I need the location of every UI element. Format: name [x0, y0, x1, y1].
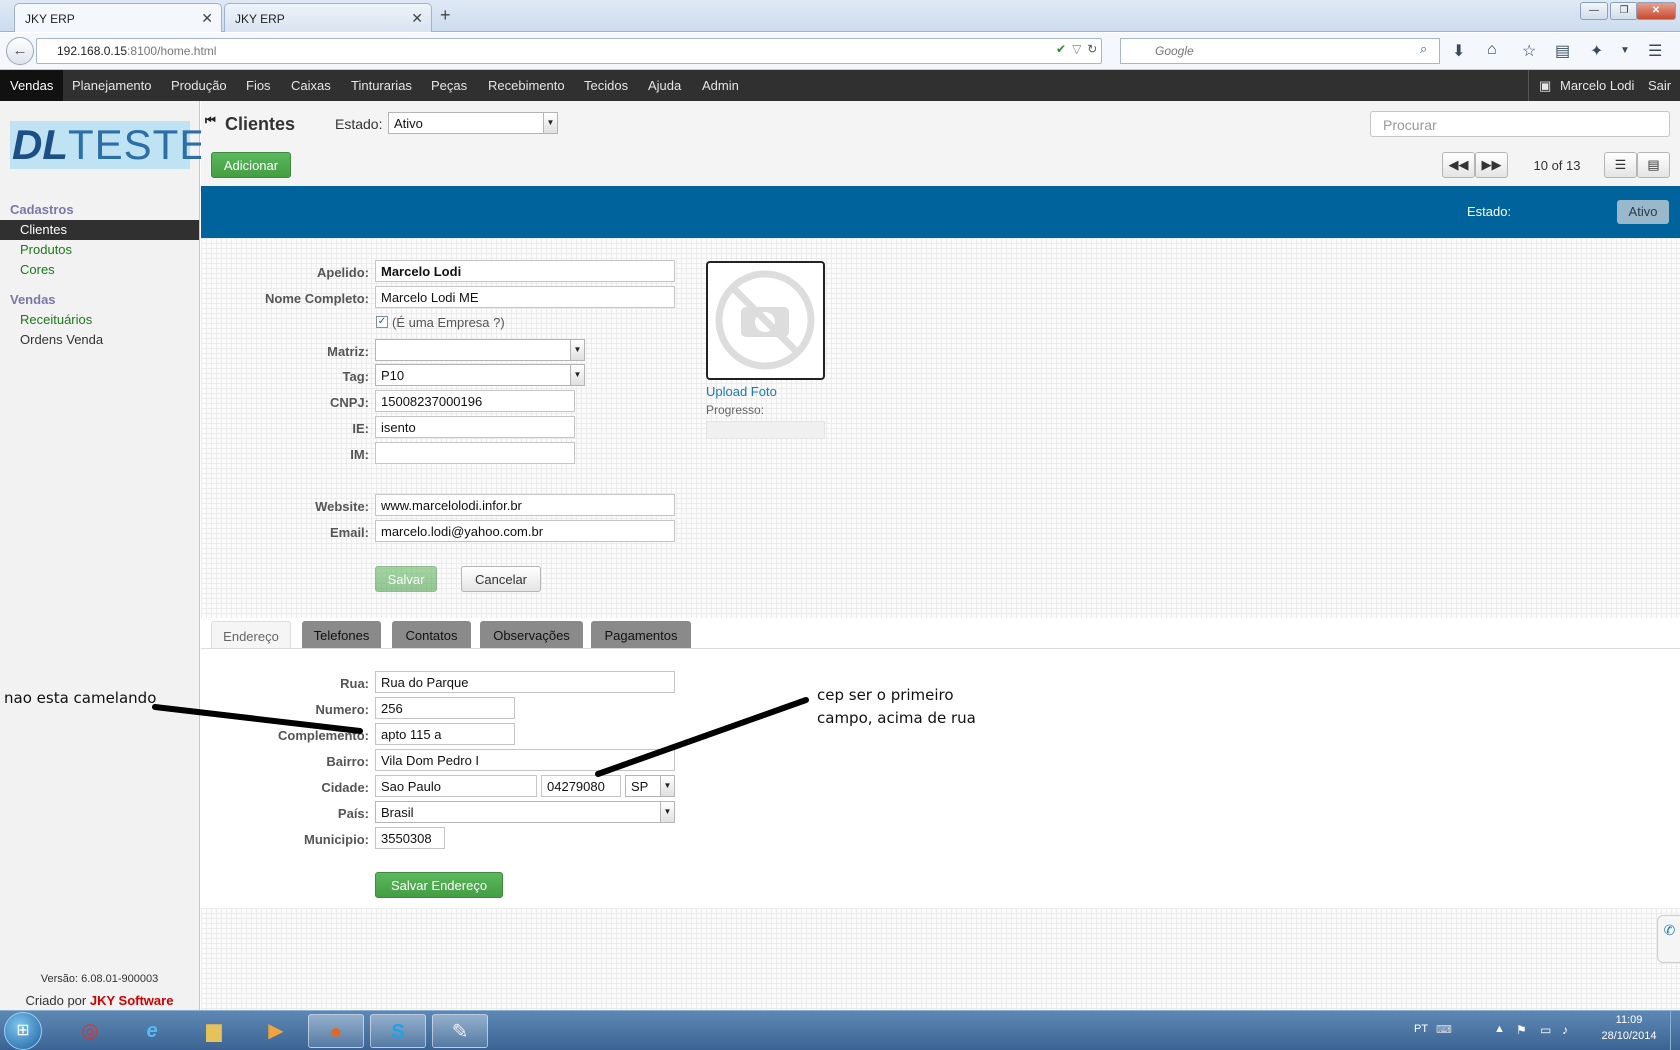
language-indicator[interactable]: PT	[1414, 1023, 1428, 1035]
browser-tab-1[interactable]: JKY ERP ✕	[14, 3, 222, 32]
start-button[interactable]: ⊞	[4, 1012, 42, 1050]
annotation-stroke-left	[152, 704, 363, 734]
network-icon[interactable]: ▭	[1540, 1023, 1551, 1037]
close-tab-icon[interactable]: ✕	[201, 10, 213, 27]
media-player-icon[interactable]: ▶	[248, 1014, 304, 1048]
skype-icon[interactable]: S	[370, 1014, 426, 1048]
browser-tab-label: JKY ERP	[25, 12, 75, 26]
annotation-right-line-2: campo, acima de rua	[817, 709, 976, 727]
volume-icon[interactable]: ♪	[1562, 1023, 1568, 1037]
annotation-strokes	[152, 697, 809, 777]
action-center-icon[interactable]: ⚑	[1516, 1023, 1527, 1037]
clock-time[interactable]: 11:09	[1594, 1014, 1664, 1026]
annotation-stroke-right	[595, 697, 809, 777]
annotation-right-line-1: cep ser o primeiro	[817, 686, 954, 704]
tray-expand-icon[interactable]: ▲	[1494, 1023, 1505, 1035]
internet-explorer-icon[interactable]: e	[124, 1014, 180, 1048]
taskbar: ⊞ ◎ e ▆ ▶ ● S ✎ PT ⌨ ▲ ⚑ ▭ ♪ 11:09 28/10…	[0, 1010, 1680, 1050]
keyboard-icon[interactable]: ⌨	[1436, 1023, 1452, 1036]
annotation-left-text: nao esta camelando	[4, 689, 157, 707]
show-desktop-button[interactable]	[1670, 1011, 1680, 1050]
folder-icon[interactable]: ▆	[186, 1014, 242, 1048]
clock-date[interactable]: 28/10/2014	[1594, 1030, 1664, 1042]
paint-icon[interactable]: ✎	[432, 1014, 488, 1048]
ccleaner-icon[interactable]: ◎	[62, 1014, 118, 1048]
firefox-icon[interactable]: ●	[308, 1014, 364, 1048]
